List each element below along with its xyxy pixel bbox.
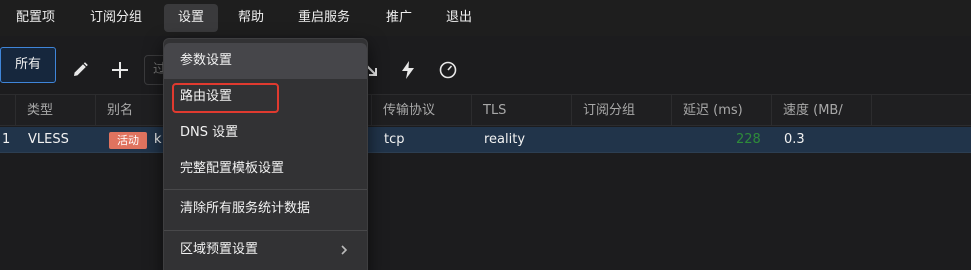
toolbar: 所有 过 bbox=[0, 36, 971, 94]
menu-item-region-preset-settings[interactable]: 区域预置设置 bbox=[164, 232, 367, 268]
speedometer-icon[interactable] bbox=[438, 60, 458, 80]
menu-exit[interactable]: 退出 bbox=[446, 8, 472, 28]
filter-all-button[interactable]: 所有 bbox=[0, 47, 56, 83]
menu-item-parameter-settings[interactable]: 参数设置 bbox=[164, 43, 367, 79]
menu-separator bbox=[164, 230, 367, 231]
menu-settings[interactable]: 设置 bbox=[164, 4, 219, 32]
row-transport: tcp bbox=[384, 132, 405, 147]
menu-bar: 配置项 订阅分组 设置 帮助 重启服务 推广 退出 bbox=[0, 0, 971, 36]
column-header-speed[interactable]: 速度 (MB/ bbox=[771, 95, 871, 126]
table-row[interactable]: 1 VLESS 活动 k tcp reality 228 0.3 bbox=[0, 127, 971, 153]
lightning-icon[interactable] bbox=[399, 60, 419, 80]
row-latency: 228 bbox=[736, 132, 761, 147]
column-header-extra bbox=[871, 95, 971, 126]
menu-item-clear-statistics[interactable]: 清除所有服务统计数据 bbox=[164, 191, 367, 227]
row-index: 1 bbox=[2, 132, 11, 147]
column-header-subscription-group[interactable]: 订阅分组 bbox=[571, 95, 671, 126]
row-speed: 0.3 bbox=[784, 132, 805, 147]
chevron-right-icon bbox=[339, 232, 349, 268]
table-header: 类型 别名 传输协议 TLS 订阅分组 延迟 (ms) 速度 (MB/ bbox=[0, 94, 971, 126]
menu-item-full-config-template[interactable]: 完整配置模板设置 bbox=[164, 151, 367, 187]
menu-separator bbox=[164, 189, 367, 190]
menu-item-dns-settings[interactable]: DNS 设置 bbox=[164, 115, 367, 151]
settings-dropdown-menu: 参数设置 路由设置 DNS 设置 完整配置模板设置 清除所有服务统计数据 区域预… bbox=[163, 38, 368, 270]
menu-config-items[interactable]: 配置项 bbox=[16, 8, 55, 28]
highlight-annotation bbox=[172, 83, 279, 113]
menu-help[interactable]: 帮助 bbox=[238, 8, 264, 28]
row-alias: k bbox=[154, 132, 162, 147]
menu-restart-service[interactable]: 重启服务 bbox=[298, 8, 350, 28]
status-badge: 活动 bbox=[109, 132, 147, 149]
column-header-type[interactable]: 类型 bbox=[15, 95, 95, 126]
column-header-latency[interactable]: 延迟 (ms) bbox=[671, 95, 771, 126]
add-icon[interactable] bbox=[110, 60, 130, 80]
row-type: VLESS bbox=[28, 132, 69, 147]
edit-icon[interactable] bbox=[70, 60, 90, 80]
menu-subscription-groups[interactable]: 订阅分组 bbox=[90, 8, 142, 28]
menu-promotion[interactable]: 推广 bbox=[386, 8, 412, 28]
column-header-transport[interactable]: 传输协议 bbox=[371, 95, 471, 126]
column-header-tls[interactable]: TLS bbox=[471, 95, 571, 126]
row-tls: reality bbox=[484, 132, 526, 147]
menu-item-label: 区域预置设置 bbox=[180, 242, 259, 257]
